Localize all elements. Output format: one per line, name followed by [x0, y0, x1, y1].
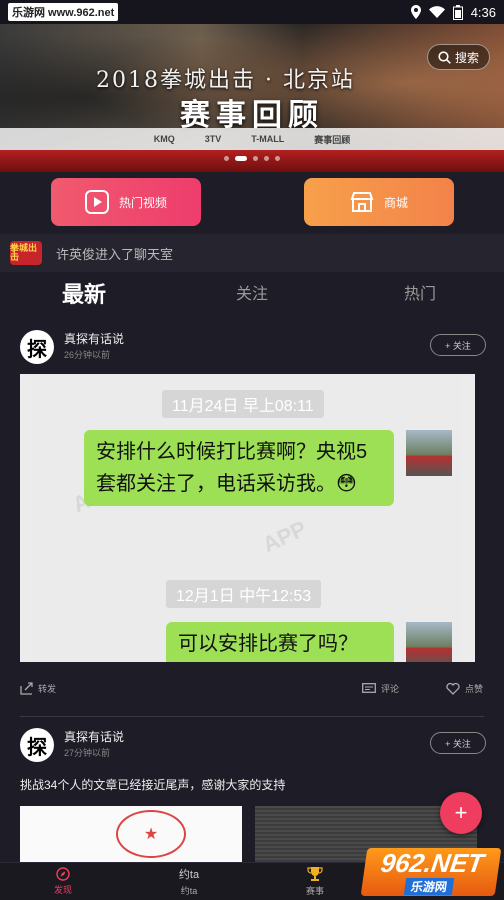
brand-logo: 拳城出击	[10, 241, 42, 265]
avatar[interactable]: 探	[20, 728, 54, 762]
avatar[interactable]: 探	[20, 330, 54, 364]
author-name[interactable]: 真探有话说	[64, 330, 124, 347]
carousel-dot[interactable]	[264, 156, 269, 161]
shop-button[interactable]: 商城	[304, 178, 454, 226]
site-watermark-logo: 962.NET 乐游网	[360, 847, 502, 896]
search-icon	[438, 50, 451, 64]
like-button[interactable]: 点赞	[446, 682, 483, 695]
promo-banner[interactable]: 2018拳城出击 · 北京站 赛事回顾 KMQ 3TV T-MALL 赛事回顾 …	[0, 24, 504, 172]
post-divider	[20, 716, 484, 717]
carousel-dot[interactable]	[224, 156, 229, 161]
date-icon: 约ta	[178, 869, 200, 881]
status-time: 4:36	[470, 4, 496, 20]
wifi-icon	[428, 6, 445, 18]
carousel-dot[interactable]	[275, 156, 280, 161]
nav-events[interactable]: 赛事	[252, 863, 378, 900]
sponsor-logo: T-MALL	[251, 134, 285, 144]
stamp-icon: ★	[116, 810, 186, 858]
nav-events-label: 赛事	[305, 886, 324, 896]
status-icons: 4:36	[410, 4, 496, 20]
author-name[interactable]: 真探有话说	[64, 728, 124, 745]
tab-following[interactable]: 关注	[168, 278, 336, 318]
hot-video-button[interactable]: 热门视频	[51, 178, 201, 226]
chat-bubble: 可以安排比赛了吗？	[166, 622, 394, 662]
sponsor-logo: KMQ	[153, 134, 175, 144]
hot-video-label: 热门视频	[118, 195, 167, 210]
ring-floor	[0, 150, 504, 172]
post-time: 26分钟以前	[64, 350, 111, 360]
post-header: 探 真探有话说 27分钟以前 + 关注	[20, 726, 490, 766]
carousel-dot[interactable]	[253, 156, 258, 161]
comment-label: 评论	[381, 684, 400, 694]
chat-avatar	[406, 430, 452, 476]
create-post-button[interactable]: +	[440, 792, 482, 834]
location-icon	[410, 5, 421, 19]
shop-label: 商城	[383, 195, 408, 210]
tab-hot[interactable]: 热门	[336, 278, 504, 318]
follow-button[interactable]: + 关注	[430, 334, 486, 356]
comment-button[interactable]: 评论	[362, 682, 399, 695]
chat-bubble: 安排什么时候打比赛啊？央视5套都关注了，电话采访我。😳	[84, 430, 394, 506]
shop-icon	[350, 192, 374, 212]
play-icon	[84, 190, 109, 214]
post-text[interactable]: 挑战34个人的文章已经接近尾声，感谢大家的支持	[20, 776, 285, 793]
tab-latest[interactable]: 最新	[0, 278, 168, 318]
share-label: 转发	[38, 684, 57, 694]
post-time: 27分钟以前	[64, 748, 111, 758]
battery-icon	[452, 4, 463, 20]
like-label: 点赞	[465, 684, 484, 694]
nav-date[interactable]: 约ta 约ta	[126, 863, 252, 900]
chat-timestamp: 11月24日 早上08:11	[162, 390, 324, 418]
carousel-dot-active[interactable]	[235, 156, 247, 161]
status-bar: 乐游网 www.962.net 4:36	[0, 0, 504, 24]
site-tag: 乐游网 www.962.net	[8, 3, 119, 21]
chat-ticker[interactable]: 拳城出击 许英俊进入了聊天室	[0, 234, 504, 272]
chat-screenshot: APP APP 11月24日 早上08:11 安排什么时候打比赛啊？央视5套都关…	[32, 374, 462, 662]
comment-icon	[362, 682, 376, 693]
nav-date-label: 约ta	[180, 886, 198, 896]
watermark-line1: 962.NET	[378, 847, 486, 878]
compass-icon	[56, 867, 70, 881]
chat-avatar	[406, 622, 452, 662]
search-label: 搜索	[454, 50, 479, 65]
post-header: 探 真探有话说 26分钟以前 + 关注	[20, 328, 490, 368]
trophy-icon	[307, 867, 323, 881]
carousel-indicator	[0, 156, 504, 161]
nav-discover[interactable]: 发现	[0, 863, 126, 900]
chat-timestamp: 12月1日 中午12:53	[166, 580, 322, 608]
watermark-line2: 乐游网	[403, 877, 455, 895]
share-icon	[20, 682, 33, 695]
nav-discover-label: 发现	[53, 885, 72, 895]
share-button[interactable]: 转发	[20, 682, 56, 695]
post-image[interactable]: APP APP 11月24日 早上08:11 安排什么时候打比赛啊？央视5套都关…	[20, 374, 475, 662]
post-thumbnail[interactable]: ★	[20, 806, 242, 862]
sponsor-logo: 3TV	[204, 134, 222, 144]
ticker-message: 许英俊进入了聊天室	[56, 246, 174, 262]
sponsor-logo: 赛事回顾	[314, 134, 351, 145]
post-actions: 转发 评论 点赞	[20, 678, 490, 702]
heart-icon	[446, 682, 460, 695]
follow-button[interactable]: + 关注	[430, 732, 486, 754]
feed-tabs: 最新 关注 热门	[0, 278, 504, 318]
image-watermark: APP	[258, 515, 311, 558]
search-button[interactable]: 搜索	[426, 44, 490, 70]
sponsor-strip: KMQ 3TV T-MALL 赛事回顾	[0, 128, 504, 150]
